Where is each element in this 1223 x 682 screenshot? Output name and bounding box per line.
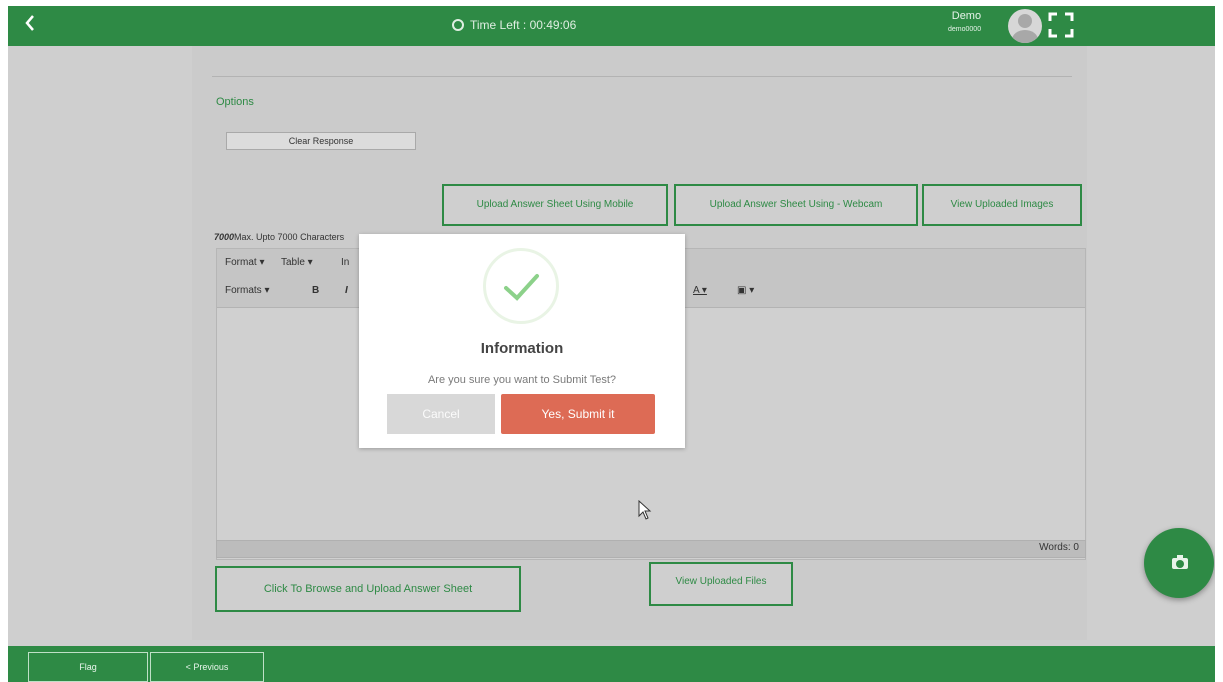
avatar[interactable]: [1008, 9, 1042, 43]
cancel-button[interactable]: Cancel: [387, 394, 495, 434]
char-limit-number: 7000: [214, 232, 235, 242]
flag-button[interactable]: Flag: [28, 652, 148, 682]
clear-response-button[interactable]: Clear Response: [226, 132, 416, 150]
formats-menu[interactable]: Formats ▾: [225, 285, 269, 296]
char-limit: 7000Max. Upto 7000 Characters: [214, 232, 344, 242]
editor-statusbar: Words: 0: [216, 540, 1086, 558]
options-label: Options: [216, 96, 254, 108]
insert-menu[interactable]: In: [341, 257, 349, 268]
italic-button[interactable]: I: [345, 285, 348, 296]
divider: [212, 76, 1072, 77]
confirm-submit-dialog: Information Are you sure you want to Sub…: [359, 234, 685, 448]
bottom-bar: Flag < Previous: [8, 646, 1215, 682]
user-name: Demo: [951, 10, 982, 22]
camera-icon: [1172, 555, 1188, 569]
bold-button[interactable]: B: [312, 285, 319, 296]
back-button[interactable]: [24, 12, 36, 38]
view-uploaded-images-button[interactable]: View Uploaded Images: [922, 184, 1082, 226]
mouse-cursor-icon: [638, 500, 652, 520]
fullscreen-icon[interactable]: [1048, 12, 1074, 38]
table-menu[interactable]: Table ▾: [281, 257, 313, 268]
timer: Time Left : 00:49:06: [452, 18, 576, 32]
timer-text: Time Left : 00:49:06: [470, 18, 577, 32]
background-color-button[interactable]: ▣ ▾: [737, 285, 754, 296]
app-frame: Time Left : 00:49:06 Demo demo0000 Optio…: [8, 6, 1215, 682]
text-color-button[interactable]: A ▾: [693, 285, 707, 296]
user-id: demo0000: [948, 26, 982, 33]
clock-icon: [452, 19, 464, 31]
upload-webcam-button[interactable]: Upload Answer Sheet Using - Webcam: [674, 184, 918, 226]
chevron-left-icon: [25, 15, 34, 31]
user-info: Demo demo0000: [948, 10, 981, 36]
format-menu[interactable]: Format ▾: [225, 257, 264, 268]
word-count: Words: 0: [1039, 542, 1079, 553]
submit-confirm-button[interactable]: Yes, Submit it: [501, 394, 655, 434]
dialog-title: Information: [480, 340, 564, 357]
dialog-message: Are you sure you want to Submit Test?: [427, 374, 617, 386]
upload-mobile-button[interactable]: Upload Answer Sheet Using Mobile: [442, 184, 668, 226]
top-bar: Time Left : 00:49:06 Demo demo0000: [8, 6, 1215, 46]
camera-fab-button[interactable]: [1144, 528, 1214, 598]
view-uploaded-files-button[interactable]: View Uploaded Files: [649, 562, 793, 606]
char-limit-text: Max. Upto 7000 Characters: [234, 232, 345, 242]
previous-button[interactable]: < Previous: [150, 652, 264, 682]
success-check-icon: [483, 248, 559, 324]
browse-upload-button[interactable]: Click To Browse and Upload Answer Sheet: [215, 566, 521, 612]
